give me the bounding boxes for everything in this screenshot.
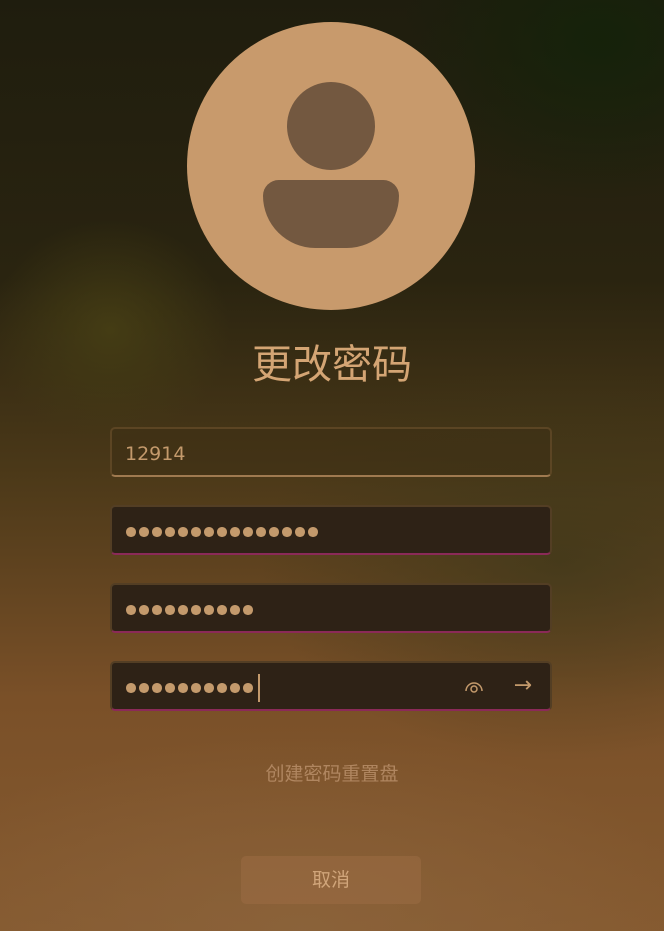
password-dot [230, 527, 240, 537]
password-dot [191, 605, 201, 615]
password-dot [139, 527, 149, 537]
create-reset-disk-link[interactable]: 创建密码重置盘 [0, 759, 664, 786]
password-dot [243, 605, 253, 615]
cancel-button[interactable]: 取消 [241, 856, 421, 904]
reveal-password-eye-icon[interactable] [464, 678, 484, 697]
password-dot [204, 605, 214, 615]
password-dot [204, 683, 214, 693]
password-dot [269, 527, 279, 537]
page-title: 更改密码 [252, 342, 412, 388]
password-dot [152, 683, 162, 693]
password-dot [178, 605, 188, 615]
avatar-body-icon [263, 180, 399, 248]
password-dot [256, 527, 266, 537]
password-dots [126, 674, 260, 702]
password-dot [139, 605, 149, 615]
password-dot [126, 527, 136, 537]
password-dot [165, 527, 175, 537]
password-dots [126, 605, 253, 615]
password-dot [126, 683, 136, 693]
password-dot [282, 527, 292, 537]
password-dot [152, 527, 162, 537]
username-value: 12914 [125, 443, 186, 465]
password-dot [152, 605, 162, 615]
password-dot [308, 527, 318, 537]
confirm-password-field[interactable]: → [110, 661, 552, 711]
password-dot [217, 683, 227, 693]
password-dot [191, 527, 201, 537]
old-password-field[interactable] [110, 505, 552, 555]
password-dot [295, 527, 305, 537]
password-dot [165, 683, 175, 693]
submit-arrow-icon[interactable]: → [514, 673, 532, 698]
password-dots [126, 527, 318, 537]
user-avatar [187, 22, 475, 310]
password-dot [178, 527, 188, 537]
avatar-head-icon [287, 82, 375, 170]
password-dot [217, 527, 227, 537]
password-dot [243, 527, 253, 537]
password-dot [126, 605, 136, 615]
username-field[interactable]: 12914 [110, 427, 552, 477]
password-dot [204, 527, 214, 537]
password-dot [230, 683, 240, 693]
password-dot [243, 683, 253, 693]
password-dot [217, 605, 227, 615]
password-dot [165, 605, 175, 615]
new-password-field[interactable] [110, 583, 552, 633]
password-dot [178, 683, 188, 693]
password-dot [191, 683, 201, 693]
password-dot [230, 605, 240, 615]
password-dot [139, 683, 149, 693]
text-caret [258, 674, 260, 702]
